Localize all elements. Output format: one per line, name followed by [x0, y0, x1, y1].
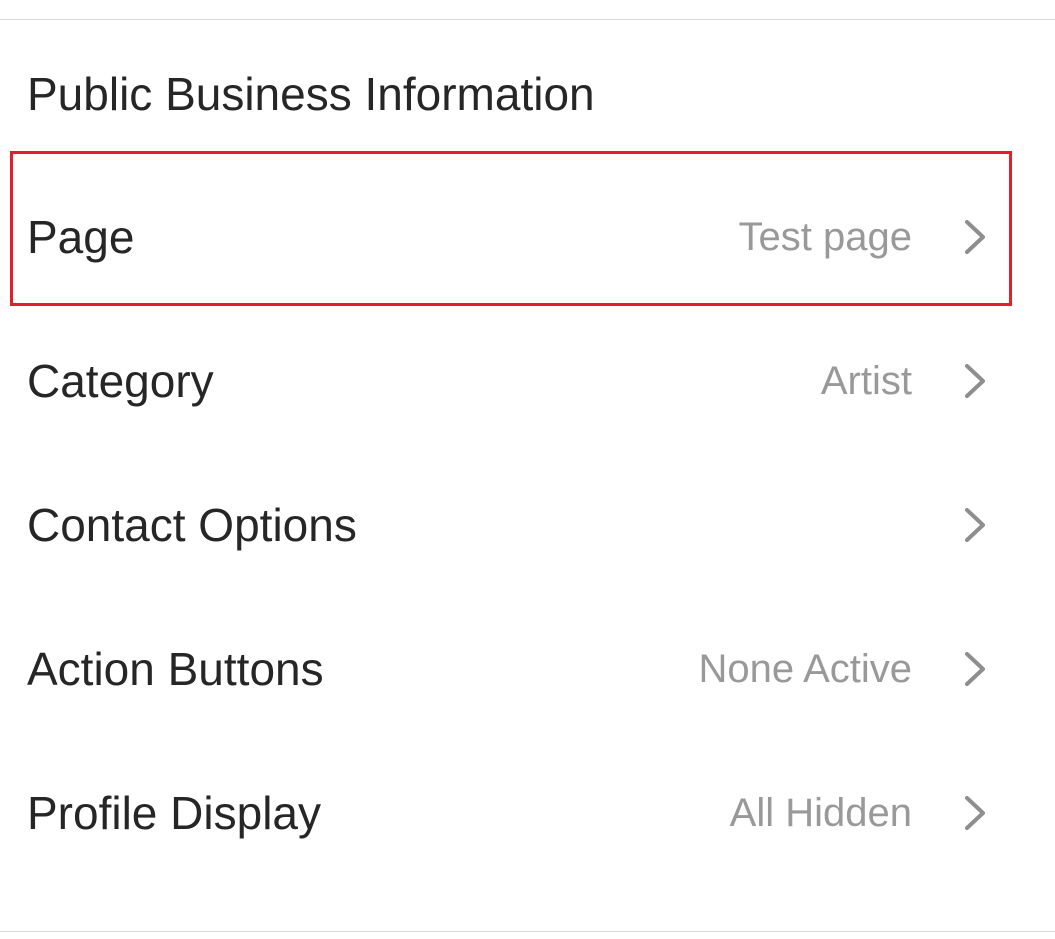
section-title: Public Business Information [27, 68, 595, 120]
row-label: Action Buttons [27, 643, 324, 695]
row-value: All Hidden [729, 791, 912, 835]
top-divider [0, 19, 1055, 20]
settings-list: Page Test page Category Artist Contact O… [0, 165, 1055, 885]
chevron-right-icon [958, 795, 992, 831]
row-action-buttons[interactable]: Action Buttons None Active [0, 597, 1055, 741]
chevron-right-icon [958, 651, 992, 687]
row-value: Test page [738, 215, 912, 259]
chevron-right-icon [958, 219, 992, 255]
chevron-right-icon [958, 363, 992, 399]
row-label: Profile Display [27, 787, 321, 839]
bottom-divider [0, 931, 1055, 932]
row-label: Contact Options [27, 499, 357, 551]
row-category[interactable]: Category Artist [0, 309, 1055, 453]
row-page[interactable]: Page Test page [0, 165, 1055, 309]
row-label: Category [27, 355, 214, 407]
row-value: Artist [820, 359, 912, 403]
row-value: None Active [698, 647, 912, 691]
chevron-right-icon [958, 507, 992, 543]
row-label: Page [27, 211, 135, 263]
row-contact-options[interactable]: Contact Options [0, 453, 1055, 597]
row-profile-display[interactable]: Profile Display All Hidden [0, 741, 1055, 885]
